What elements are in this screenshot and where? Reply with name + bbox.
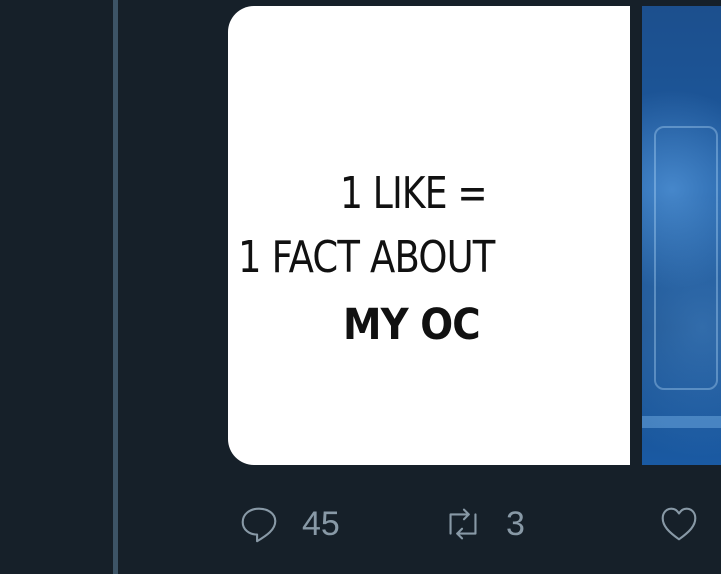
retweet-button[interactable]: 3 (440, 498, 525, 550)
meme-line-1: 1 LIKE = (340, 168, 488, 219)
meme-line-2: 1 FACT ABOUT (238, 232, 495, 283)
like-button[interactable] (656, 498, 702, 550)
like-icon (661, 507, 697, 541)
reply-icon (241, 507, 277, 543)
meme-image[interactable]: 1 LIKE = 1 FACT ABOUT MY OC (228, 6, 630, 465)
retweet-icon (449, 508, 477, 540)
meme-line-3: MY OC (343, 300, 481, 350)
secondary-media-image[interactable] (642, 6, 721, 465)
tweet-media-grid: 1 LIKE = 1 FACT ABOUT MY OC (228, 6, 721, 466)
tweet-screen: 1 LIKE = 1 FACT ABOUT MY OC 45 3 (0, 0, 721, 574)
tweet-action-bar: 45 3 (0, 498, 721, 550)
thread-line (113, 0, 118, 574)
reply-count: 45 (302, 504, 340, 543)
retweet-count: 3 (506, 504, 525, 543)
reply-button[interactable]: 45 (236, 498, 340, 550)
